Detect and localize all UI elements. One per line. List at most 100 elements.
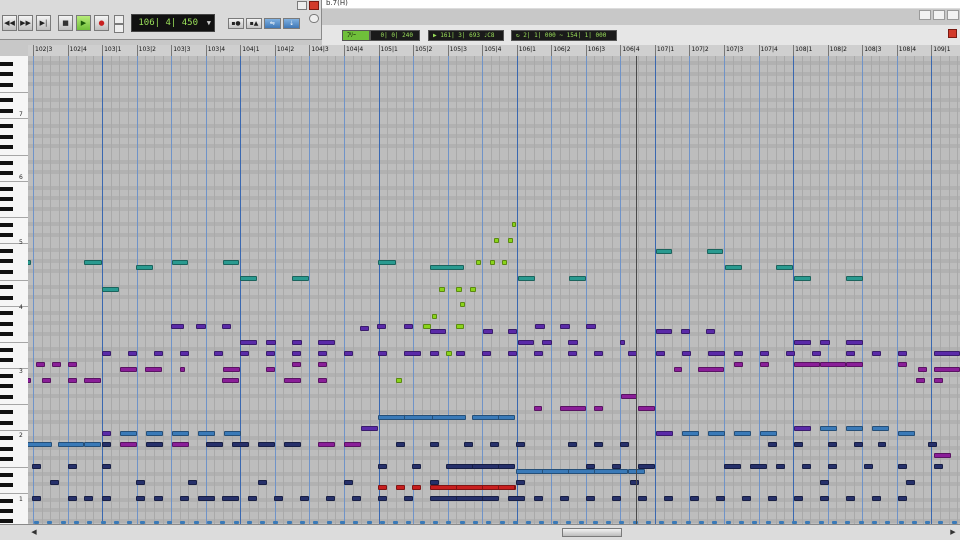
note-event[interactable] [898,496,907,501]
note-event[interactable] [518,340,534,345]
note-event[interactable] [760,351,769,356]
note-event[interactable] [542,340,552,345]
note-event[interactable] [878,442,886,447]
note-event[interactable] [378,464,387,469]
note-event[interactable] [934,367,960,372]
fast-forward-button[interactable]: ▶▶ [18,15,33,31]
note-event[interactable] [594,351,603,356]
note-event[interactable] [586,324,596,329]
note-event[interactable] [292,351,301,356]
note-event[interactable] [404,324,413,329]
note-event[interactable] [180,496,189,501]
note-event[interactable] [898,431,915,436]
note-event[interactable] [318,442,335,447]
note-event[interactable] [490,442,499,447]
note-event[interactable] [456,324,464,329]
note-event[interactable] [102,496,111,501]
note-event[interactable] [698,367,724,372]
metronome-button[interactable]: ▪● [228,18,244,29]
note-event[interactable] [502,260,507,265]
black-key[interactable] [0,259,13,264]
note-event[interactable] [412,485,421,490]
note-event[interactable] [439,287,445,292]
note-event[interactable] [432,314,437,319]
scroll-right-arrow-icon[interactable]: ▶ [948,527,958,538]
play-button[interactable]: ▶ [76,15,91,31]
note-event[interactable] [378,496,387,501]
black-key[interactable] [0,347,13,352]
note-event[interactable] [820,480,829,485]
black-key[interactable] [0,498,13,503]
black-key[interactable] [0,457,13,461]
note-event[interactable] [266,340,276,345]
note-event[interactable] [206,442,223,447]
black-key[interactable] [0,207,13,212]
note-event[interactable] [846,340,863,345]
note-event[interactable] [136,496,145,501]
black-key[interactable] [0,134,13,139]
note-event[interactable] [120,431,137,436]
note-event[interactable] [854,442,863,447]
note-event[interactable] [812,351,821,356]
black-key[interactable] [0,394,13,399]
go-to-end-button[interactable]: ▶| [36,15,51,31]
note-event[interactable] [512,222,516,227]
note-event[interactable] [586,464,595,469]
note-event[interactable] [258,480,267,485]
note-event[interactable] [266,367,275,372]
note-event[interactable] [84,496,93,501]
note-event[interactable] [32,496,41,501]
note-event[interactable] [872,426,889,431]
black-key[interactable] [0,82,13,87]
note-event[interactable] [50,480,59,485]
note-event[interactable] [154,496,163,501]
black-key[interactable] [0,61,13,66]
note-event[interactable] [716,496,725,501]
note-event[interactable] [586,496,595,501]
note-event[interactable] [498,415,515,420]
note-event[interactable] [846,426,863,431]
note-event[interactable] [360,326,369,331]
note-event[interactable] [898,362,907,367]
note-event[interactable] [136,480,145,485]
note-event[interactable] [344,442,361,447]
note-event[interactable] [560,496,569,501]
black-key[interactable] [0,311,13,316]
note-event[interactable] [240,340,257,345]
note-event[interactable] [725,265,742,270]
note-event[interactable] [508,238,513,243]
black-key[interactable] [0,98,13,103]
close-button[interactable] [947,10,959,20]
note-event[interactable] [68,378,77,383]
note-event[interactable] [656,431,673,436]
note-event[interactable] [872,496,881,501]
note-event[interactable] [146,431,163,436]
note-event[interactable] [494,238,499,243]
note-event[interactable] [214,351,223,356]
note-event[interactable] [534,351,543,356]
panel-restore-icon[interactable] [297,1,307,10]
note-event[interactable] [568,351,577,356]
note-event[interactable] [708,351,725,356]
note-event[interactable] [916,378,925,383]
black-key[interactable] [0,124,13,129]
counter-dropdown-icon[interactable]: ▼ [207,15,211,31]
black-key[interactable] [0,410,13,415]
note-event[interactable] [292,340,302,345]
note-event[interactable] [136,265,153,270]
note-event[interactable] [508,329,517,334]
note-event[interactable] [786,351,795,356]
note-event[interactable] [656,249,672,254]
black-key[interactable] [0,519,13,524]
note-event[interactable] [232,442,249,447]
note-event[interactable] [820,362,846,367]
stop-button[interactable]: ■ [58,15,73,31]
loop-toggle[interactable] [114,15,124,24]
note-event[interactable] [560,406,586,411]
black-key[interactable] [0,509,13,513]
note-event[interactable] [68,464,77,469]
note-event[interactable] [742,496,751,501]
note-event[interactable] [768,496,777,501]
black-key[interactable] [0,223,13,227]
note-event[interactable] [292,276,309,281]
